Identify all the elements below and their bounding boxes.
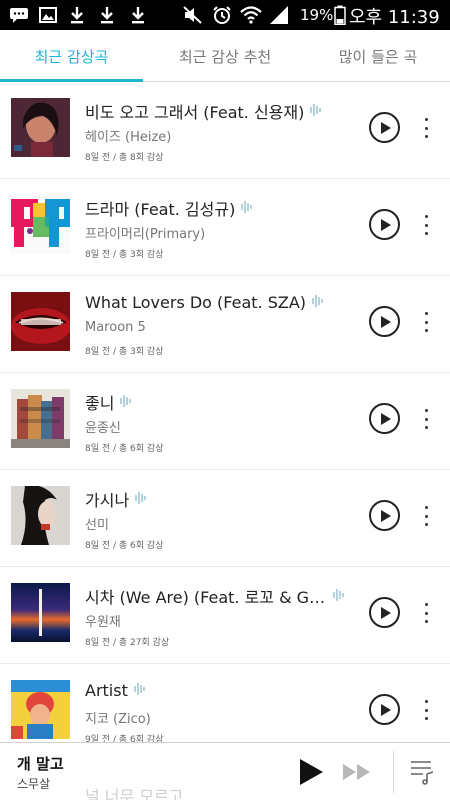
image-icon	[37, 4, 59, 26]
play-history: 9일 전 / 총 6회 감상	[85, 735, 164, 742]
audio-wave-icon	[332, 587, 346, 606]
song-title: 드라마 (Feat. 김성규)	[85, 200, 236, 219]
play-icon	[380, 509, 391, 522]
play-button[interactable]	[369, 209, 400, 240]
play-history: 8일 전 / 총 27회 감상	[85, 638, 170, 648]
song-artist: 지코 (Zico)	[85, 712, 151, 727]
play-icon	[300, 759, 323, 785]
play-history: 8일 전 / 총 8회 감상	[85, 153, 164, 163]
play-icon	[380, 412, 391, 425]
song-title: 비도 오고 그래서 (Feat. 신용재)	[85, 103, 305, 122]
play-button[interactable]	[369, 694, 400, 725]
audio-wave-icon	[309, 102, 323, 121]
more-options-button[interactable]	[418, 115, 434, 141]
play-button[interactable]	[369, 306, 400, 337]
song-artist: 윤종신	[85, 421, 121, 436]
list-item[interactable]: 가시나 선미 8일 전 / 총 6회 감상	[0, 470, 450, 567]
play-button[interactable]	[369, 403, 400, 434]
audio-wave-icon	[134, 490, 148, 509]
play-button[interactable]	[369, 500, 400, 531]
download-icon	[96, 4, 118, 26]
album-art	[11, 389, 70, 448]
download-icon	[127, 4, 149, 26]
play-icon	[380, 121, 391, 134]
album-art	[11, 486, 70, 545]
status-bar: 19% 오후 11:39	[0, 0, 450, 30]
album-art	[11, 292, 70, 351]
fast-forward-icon	[343, 764, 370, 780]
tab-recent[interactable]: 최근 감상곡	[0, 30, 143, 82]
song-title: What Lovers Do (Feat. SZA)	[85, 293, 307, 312]
play-button[interactable]	[369, 597, 400, 628]
more-options-button[interactable]	[418, 212, 434, 238]
playlist-button[interactable]	[409, 757, 437, 789]
play-button[interactable]	[369, 112, 400, 143]
more-options-button[interactable]	[418, 600, 434, 626]
chat-icon	[8, 4, 30, 26]
now-playing-artist: 스무살	[17, 777, 51, 791]
more-options-button[interactable]	[418, 503, 434, 529]
album-art	[11, 680, 70, 739]
play-icon	[380, 218, 391, 231]
album-art	[11, 195, 70, 254]
tab-most-played[interactable]: 많이 들은 곡	[306, 30, 450, 82]
song-artist: Maroon 5	[85, 320, 146, 335]
now-playing-title[interactable]: 개 말고	[17, 753, 64, 774]
list-item[interactable]: Artist 지코 (Zico) 9일 전 / 총 6회 감상	[0, 664, 450, 742]
album-art	[11, 98, 70, 157]
download-icon	[66, 4, 88, 26]
audio-wave-icon	[311, 293, 325, 312]
list-item[interactable]: 시차 (We Are) (Feat. 로꼬 & GR... 우원재 8일 전 /…	[0, 567, 450, 664]
play-history: 8일 전 / 총 3회 감상	[85, 347, 164, 357]
audio-wave-icon	[119, 393, 133, 412]
divider	[393, 751, 394, 793]
song-title: 가시나	[85, 491, 130, 510]
next-button[interactable]	[342, 763, 372, 785]
list-item[interactable]: 좋니 윤종신 8일 전 / 총 6회 감상	[0, 373, 450, 470]
audio-wave-icon	[240, 199, 254, 218]
next-list-item-peek: 널 너무 모르고	[0, 773, 450, 800]
more-options-button[interactable]	[418, 309, 434, 335]
tab-recent-recommend[interactable]: 최근 감상 추천	[150, 30, 300, 82]
list-item[interactable]: 드라마 (Feat. 김성규) 프라이머리(Primary) 8일 전 / 총 …	[0, 179, 450, 276]
tab-bar: 최근 감상곡 최근 감상 추천 많이 들은 곡	[0, 30, 450, 82]
album-art	[11, 583, 70, 642]
peek-song-title: 널 너무 모르고	[85, 787, 184, 800]
audio-wave-icon	[133, 681, 147, 700]
playlist-icon	[411, 761, 434, 785]
play-icon	[380, 606, 391, 619]
wifi-icon	[240, 4, 262, 26]
more-options-button[interactable]	[418, 406, 434, 432]
more-options-button[interactable]	[418, 697, 434, 723]
song-title: 시차 (We Are) (Feat. 로꼬 & GR...	[85, 588, 327, 607]
alarm-icon	[211, 4, 233, 26]
mute-icon	[182, 4, 204, 26]
clock: 오후 11:39	[349, 7, 440, 28]
signal-icon	[268, 4, 290, 26]
song-list[interactable]: 비도 오고 그래서 (Feat. 신용재) 헤이즈 (Heize) 8일 전 /…	[0, 82, 450, 742]
song-title: Artist	[85, 681, 128, 700]
list-item[interactable]: 비도 오고 그래서 (Feat. 신용재) 헤이즈 (Heize) 8일 전 /…	[0, 82, 450, 179]
play-history: 8일 전 / 총 6회 감상	[85, 444, 164, 454]
song-title: 좋니	[85, 394, 115, 413]
play-icon	[380, 315, 391, 328]
play-icon	[380, 703, 391, 716]
play-button[interactable]	[298, 758, 324, 790]
mini-player[interactable]: 널 너무 모르고 개 말고 스무살	[0, 742, 450, 800]
play-history: 8일 전 / 총 6회 감상	[85, 541, 164, 551]
song-artist: 프라이머리(Primary)	[85, 227, 206, 242]
play-history: 8일 전 / 총 3회 감상	[85, 250, 164, 260]
song-artist: 우원재	[85, 615, 121, 630]
song-artist: 선미	[85, 518, 109, 533]
song-artist: 헤이즈 (Heize)	[85, 130, 172, 145]
battery-icon	[329, 4, 351, 26]
list-item[interactable]: What Lovers Do (Feat. SZA) Maroon 5 8일 전…	[0, 276, 450, 373]
